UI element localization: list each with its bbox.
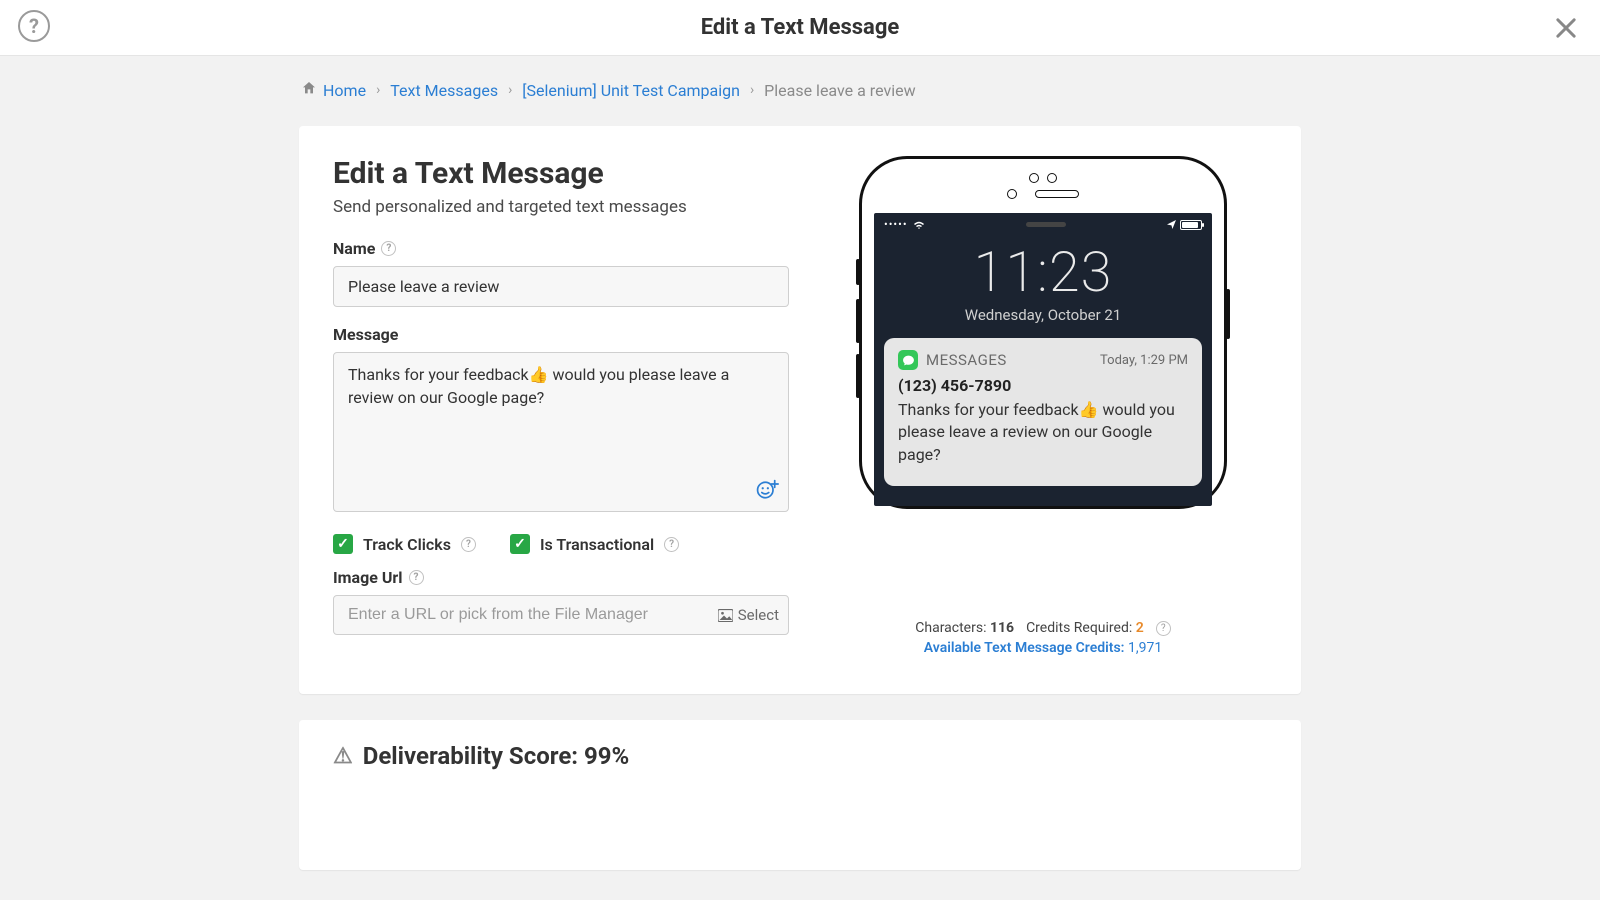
breadcrumb-text-messages[interactable]: Text Messages <box>390 81 498 100</box>
select-button-label: Select <box>738 606 779 624</box>
image-url-label: Image Url <box>333 568 403 587</box>
track-clicks-checkbox[interactable]: ✓ <box>333 534 353 554</box>
help-icon[interactable]: ? <box>18 10 50 42</box>
deliverability-card: ⚠ Deliverability Score: 99% <box>299 720 1301 870</box>
phone-sensor-icon <box>1029 173 1039 183</box>
name-label: Name <box>333 239 375 258</box>
preview-date: Wednesday, October 21 <box>874 306 1212 324</box>
modal-title: Edit a Text Message <box>701 15 900 40</box>
messages-app-icon <box>898 350 918 370</box>
modal-body[interactable]: Home › Text Messages › [Selenium] Unit T… <box>0 56 1600 900</box>
available-credits-link[interactable]: Available Text Message Credits: <box>924 640 1128 656</box>
phone-camera-icon <box>1007 189 1017 199</box>
breadcrumb-home[interactable]: Home <box>323 81 366 100</box>
notification-app-label: MESSAGES <box>926 351 1007 369</box>
message-label: Message <box>333 325 398 344</box>
phone-side-button <box>856 299 860 343</box>
chevron-right-icon: › <box>508 82 512 98</box>
help-icon[interactable]: ? <box>664 537 679 552</box>
phone-side-button <box>1226 289 1230 339</box>
help-icon[interactable]: ? <box>409 570 424 585</box>
phone-preview: ••••• <box>843 156 1243 606</box>
location-icon <box>1167 220 1176 229</box>
wifi-icon <box>913 220 925 230</box>
notification-body: Thanks for your feedback👍 would you plea… <box>898 399 1188 466</box>
select-image-button[interactable]: Select <box>718 606 779 624</box>
available-credits-value: 1,971 <box>1128 640 1162 656</box>
preview-time: 11:23 <box>874 244 1212 300</box>
help-icon[interactable]: ? <box>1156 621 1171 636</box>
phone-sensor-icon <box>1047 173 1057 183</box>
page-title: Edit a Text Message <box>333 156 789 191</box>
phone-side-button <box>856 259 860 285</box>
deliverability-heading: Deliverability Score: 99% <box>363 742 630 770</box>
help-icon[interactable]: ? <box>461 537 476 552</box>
notification-card: MESSAGES Today, 1:29 PM (123) 456-7890 T… <box>884 338 1202 486</box>
modal-header: ? Edit a Text Message <box>0 0 1600 56</box>
chevron-right-icon: › <box>376 82 380 98</box>
characters-label: Characters: <box>915 620 986 636</box>
notification-time: Today, 1:29 PM <box>1100 353 1188 368</box>
breadcrumb-current: Please leave a review <box>764 81 915 100</box>
edit-card: Edit a Text Message Send personalized an… <box>299 126 1301 694</box>
image-icon <box>718 609 733 622</box>
home-icon <box>301 80 317 100</box>
warning-icon: ⚠ <box>333 744 353 769</box>
battery-icon <box>1180 220 1202 230</box>
credits-required-label: Credits Required: <box>1026 620 1132 636</box>
is-transactional-label: Is Transactional <box>540 535 654 554</box>
is-transactional-checkbox[interactable]: ✓ <box>510 534 530 554</box>
page-subtitle: Send personalized and targeted text mess… <box>333 197 789 217</box>
breadcrumb: Home › Text Messages › [Selenium] Unit T… <box>299 80 1301 100</box>
credits-required-value: 2 <box>1136 620 1144 636</box>
emoji-picker-icon[interactable] <box>755 478 779 506</box>
breadcrumb-campaign[interactable]: [Selenium] Unit Test Campaign <box>522 81 740 100</box>
help-icon[interactable]: ? <box>381 241 396 256</box>
signal-icon: ••••• <box>884 218 908 231</box>
track-clicks-label: Track Clicks <box>363 535 451 554</box>
name-input[interactable] <box>333 266 789 307</box>
close-icon[interactable] <box>1552 14 1580 42</box>
phone-notch <box>1026 222 1066 227</box>
characters-value: 116 <box>990 620 1014 636</box>
notification-sender: (123) 456-7890 <box>898 376 1188 395</box>
phone-side-button <box>856 354 860 398</box>
message-textarea[interactable] <box>333 352 789 512</box>
chevron-right-icon: › <box>750 82 754 98</box>
phone-speaker-icon <box>1035 190 1079 198</box>
